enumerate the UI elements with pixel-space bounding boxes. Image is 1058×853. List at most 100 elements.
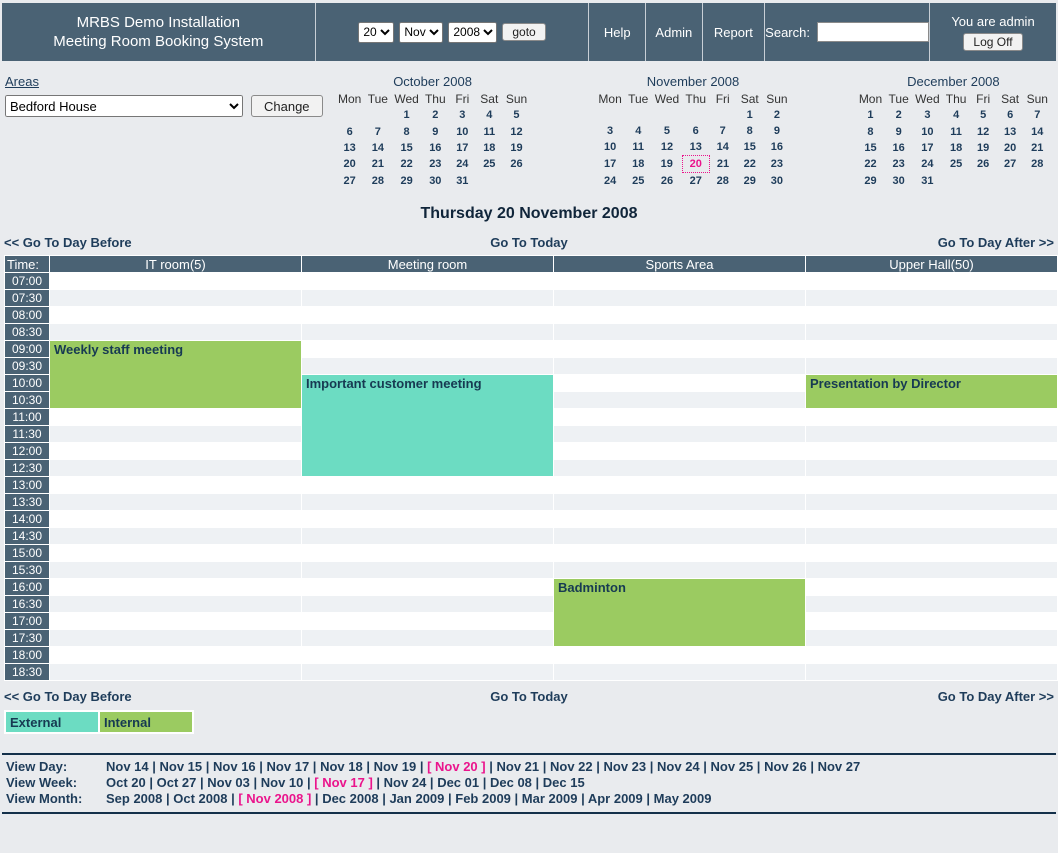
minical-day-link[interactable]: 30: [422, 173, 449, 189]
view-link[interactable]: Mar 2009: [522, 791, 578, 806]
minical-day-link[interactable]: 30: [885, 173, 912, 189]
empty-slot[interactable]: [50, 460, 301, 476]
empty-slot[interactable]: [806, 613, 1057, 629]
minical-day-link[interactable]: 3: [912, 107, 942, 123]
empty-slot[interactable]: [50, 409, 301, 425]
minical-day-link[interactable]: 18: [943, 140, 970, 156]
day-select[interactable]: 20: [358, 22, 394, 43]
empty-slot[interactable]: [302, 494, 553, 510]
view-link[interactable]: Feb 2009: [455, 791, 511, 806]
empty-slot[interactable]: [302, 596, 553, 612]
room-header-link[interactable]: Upper Hall(50): [806, 256, 1057, 272]
empty-slot[interactable]: [302, 630, 553, 646]
go-today-link[interactable]: Go To Today: [354, 235, 704, 250]
view-link[interactable]: Nov 17: [267, 759, 310, 774]
view-link[interactable]: Dec 15: [543, 775, 585, 790]
empty-slot[interactable]: [806, 664, 1057, 680]
view-link[interactable]: Apr 2009: [588, 791, 643, 806]
empty-slot[interactable]: [302, 511, 553, 527]
empty-slot[interactable]: [302, 528, 553, 544]
view-link[interactable]: Oct 27: [157, 775, 197, 790]
minical-day-link[interactable]: 7: [364, 124, 391, 140]
empty-slot[interactable]: [554, 409, 805, 425]
empty-slot[interactable]: [50, 511, 301, 527]
empty-slot[interactable]: [50, 562, 301, 578]
room-header-link[interactable]: Meeting room: [302, 256, 553, 272]
empty-slot[interactable]: [806, 460, 1057, 476]
view-link[interactable]: Nov 19: [374, 759, 417, 774]
go-day-after-link[interactable]: Go To Day After >>: [704, 235, 1054, 250]
month-select[interactable]: Nov: [399, 22, 443, 43]
empty-slot[interactable]: [806, 443, 1057, 459]
view-link[interactable]: Oct 20: [106, 775, 146, 790]
empty-slot[interactable]: [50, 494, 301, 510]
minical-month-link[interactable]: November 2008: [595, 74, 790, 91]
minical-day-link[interactable]: 8: [736, 123, 763, 139]
empty-slot[interactable]: [50, 477, 301, 493]
minical-day-link[interactable]: 26: [970, 156, 997, 172]
empty-slot[interactable]: [302, 545, 553, 561]
booking-entry[interactable]: Important customer meeting: [302, 375, 553, 476]
empty-slot[interactable]: [806, 341, 1057, 357]
minical-day-link[interactable]: 2: [885, 107, 912, 123]
minical-day-link[interactable]: 8: [391, 124, 421, 140]
report-link[interactable]: Report: [703, 3, 766, 61]
empty-slot[interactable]: [554, 545, 805, 561]
minical-day-link[interactable]: 28: [709, 173, 736, 190]
empty-slot[interactable]: [806, 596, 1057, 612]
view-link[interactable]: Nov 14: [106, 759, 149, 774]
empty-slot[interactable]: [554, 307, 805, 323]
empty-slot[interactable]: [50, 290, 301, 306]
empty-slot[interactable]: [554, 477, 805, 493]
empty-slot[interactable]: [302, 664, 553, 680]
empty-slot[interactable]: [302, 579, 553, 595]
minical-day-link[interactable]: 6: [997, 107, 1024, 123]
view-link[interactable]: Nov 22: [550, 759, 593, 774]
booking-entry[interactable]: Badminton: [554, 579, 805, 646]
empty-slot[interactable]: [554, 426, 805, 442]
empty-slot[interactable]: [50, 630, 301, 646]
view-link[interactable]: Nov 24: [657, 759, 700, 774]
minical-day-link[interactable]: 20: [335, 156, 364, 172]
minical-day-link[interactable]: 4: [476, 107, 503, 123]
minical-day-link[interactable]: 27: [335, 173, 364, 189]
empty-slot[interactable]: [554, 273, 805, 289]
area-select[interactable]: Bedford House: [5, 95, 243, 117]
minical-day-link[interactable]: 1: [736, 107, 763, 123]
empty-slot[interactable]: [806, 477, 1057, 493]
go-day-before-link[interactable]: << Go To Day Before: [4, 689, 354, 704]
view-link[interactable]: Nov 26: [764, 759, 807, 774]
minical-day-link[interactable]: 22: [856, 156, 885, 172]
minical-day-link[interactable]: 29: [736, 173, 763, 190]
view-link[interactable]: Nov 10: [261, 775, 304, 790]
empty-slot[interactable]: [554, 511, 805, 527]
minical-day-link[interactable]: 28: [1024, 156, 1051, 172]
minical-day-link[interactable]: 6: [335, 124, 364, 140]
empty-slot[interactable]: [50, 579, 301, 595]
empty-slot[interactable]: [806, 290, 1057, 306]
minical-day-link[interactable]: 12: [652, 139, 682, 156]
minical-day-link[interactable]: 17: [595, 156, 624, 173]
empty-slot[interactable]: [50, 307, 301, 323]
minical-day-link[interactable]: 29: [856, 173, 885, 189]
logoff-button[interactable]: Log Off: [963, 33, 1022, 51]
empty-slot[interactable]: [554, 443, 805, 459]
empty-slot[interactable]: [806, 630, 1057, 646]
empty-slot[interactable]: [302, 613, 553, 629]
empty-slot[interactable]: [806, 511, 1057, 527]
minical-day-link[interactable]: 21: [709, 156, 736, 173]
booking-entry[interactable]: Presentation by Director: [806, 375, 1057, 408]
minical-day-link[interactable]: 12: [503, 124, 530, 140]
empty-slot[interactable]: [554, 358, 805, 374]
minical-day-link[interactable]: 23: [763, 156, 790, 173]
empty-slot[interactable]: [50, 273, 301, 289]
empty-slot[interactable]: [50, 443, 301, 459]
empty-slot[interactable]: [806, 494, 1057, 510]
minical-day-link[interactable]: 9: [763, 123, 790, 139]
year-select[interactable]: 2008: [448, 22, 497, 43]
minical-day-link[interactable]: 29: [391, 173, 421, 189]
empty-slot[interactable]: [50, 596, 301, 612]
view-link[interactable]: Dec 01: [437, 775, 479, 790]
minical-day-link[interactable]: 1: [856, 107, 885, 123]
minical-day-link[interactable]: 5: [503, 107, 530, 123]
